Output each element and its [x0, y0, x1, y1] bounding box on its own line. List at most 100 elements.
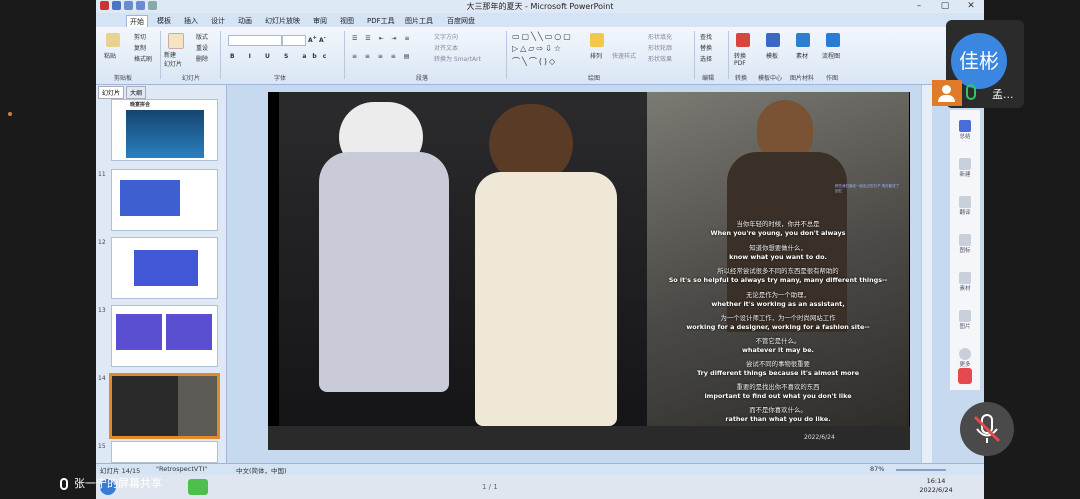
- taskbar: 1 / 1 16:14 2022/6/24: [96, 475, 984, 499]
- caption-en: When you're young, you don't always: [710, 229, 846, 237]
- font-grow-icon[interactable]: A+ A-: [308, 35, 326, 44]
- flowchart-icon[interactable]: [826, 33, 840, 47]
- slide-thumbnail-selected[interactable]: [109, 373, 220, 439]
- template-button[interactable]: 模板: [766, 51, 778, 60]
- paste-icon[interactable]: [106, 33, 120, 47]
- quick-style-button[interactable]: 快速样式: [612, 51, 636, 60]
- outline-tab[interactable]: 大纲: [126, 86, 147, 99]
- copy-button[interactable]: 复制: [134, 43, 146, 52]
- slide-counter: 幻灯片 14/15: [100, 467, 141, 475]
- format-painter-button[interactable]: 格式刷: [134, 54, 152, 63]
- mute-button[interactable]: [960, 402, 1014, 456]
- divider: [160, 31, 161, 79]
- caption-zh: 为一个设计师工作，为一个时尚网站工作: [720, 314, 836, 322]
- convert-pdf-button[interactable]: 转换 PDF: [734, 51, 746, 67]
- current-slide[interactable]: 那些我们曾经一起走过的日子 现在都成了回忆 当你年轻的时候，你并不总是 When…: [268, 92, 910, 450]
- align-text-button[interactable]: 对齐文本: [434, 43, 458, 52]
- find-button[interactable]: 查找: [700, 32, 712, 41]
- thumbnail-number: 12: [98, 239, 106, 246]
- smartart-button[interactable]: 转换为 SmartArt: [434, 54, 481, 63]
- tab-picture-tools[interactable]: 图片工具: [402, 15, 436, 27]
- tab-pdf-tools[interactable]: PDF工具: [364, 15, 398, 27]
- microphone-icon: [60, 478, 68, 490]
- reset-button[interactable]: 重设: [196, 43, 208, 52]
- tab-insert[interactable]: 插入: [181, 15, 201, 27]
- shape-fill-button[interactable]: 形状填充: [648, 32, 672, 41]
- slide-thumbnail[interactable]: [111, 237, 218, 299]
- tab-slideshow[interactable]: 幻灯片放映: [262, 15, 303, 27]
- material-tool[interactable]: 素材: [956, 272, 974, 292]
- align-icons[interactable]: ≡ ≡ ≡ ≡ ▤: [352, 53, 412, 60]
- select-button[interactable]: 选择: [700, 54, 712, 63]
- slide-canvas-area: 那些我们曾经一起走过的日子 现在都成了回忆 当你年轻的时候，你并不总是 When…: [227, 85, 932, 463]
- tab-baidu[interactable]: 百度网盘: [444, 15, 478, 27]
- tab-animation[interactable]: 动画: [235, 15, 255, 27]
- thumbnail-photo: [112, 376, 178, 436]
- zoom-slider[interactable]: [896, 469, 946, 471]
- participant-name: 孟...: [992, 88, 1014, 101]
- shapes-gallery-row3[interactable]: ⌒╲⌒()◇: [512, 56, 557, 67]
- maximize-button[interactable]: ▢: [932, 0, 958, 13]
- divider: [506, 31, 507, 79]
- tab-review[interactable]: 审阅: [310, 15, 330, 27]
- caption-en: whatever it may be.: [741, 346, 814, 354]
- shared-screen: 大三那年的夏天 - Microsoft PowerPoint – ▢ ✕ 开始 …: [96, 0, 984, 499]
- summary-tool[interactable]: 总结: [956, 120, 974, 140]
- ribbon: 粘贴 剪切 复制 格式刷 剪贴板 新建 幻灯片 版式 重设 删除 幻灯片 A+ …: [96, 27, 984, 85]
- slides-tab[interactable]: 幻灯片: [98, 86, 125, 99]
- thumbnail-number: 13: [98, 307, 106, 314]
- works-group-label: 作图: [826, 75, 839, 82]
- zoom-level[interactable]: 87%: [870, 465, 884, 473]
- arrange-button[interactable]: 排列: [590, 51, 602, 60]
- slide-thumbnail[interactable]: [111, 441, 218, 463]
- red-envelope-icon[interactable]: [958, 368, 972, 384]
- font-name-input[interactable]: [228, 35, 282, 46]
- font-size-input[interactable]: [282, 35, 306, 46]
- replace-button[interactable]: 替换: [700, 43, 712, 52]
- tab-design[interactable]: 设计: [208, 15, 228, 27]
- close-button[interactable]: ✕: [958, 0, 984, 13]
- new-slide-icon[interactable]: [168, 33, 184, 49]
- tab-template[interactable]: 模板: [154, 15, 174, 27]
- translate-tool[interactable]: 翻译: [956, 196, 974, 216]
- cut-button[interactable]: 剪切: [134, 32, 146, 41]
- pdf-icon[interactable]: [736, 33, 750, 47]
- shape-outline-button[interactable]: 形状轮廓: [648, 43, 672, 52]
- material-button[interactable]: 素材: [796, 51, 808, 60]
- shape-effect-button[interactable]: 形状效果: [648, 54, 672, 63]
- list-icons[interactable]: ☰ ☰ ⇤ ⇥ ≡: [352, 35, 412, 42]
- divider: [344, 31, 345, 79]
- text-direction-button[interactable]: 文字方向: [434, 32, 458, 41]
- new-slide-button[interactable]: 新建 幻灯片: [164, 50, 182, 68]
- material-icon[interactable]: [796, 33, 810, 47]
- slide-thumbnail[interactable]: [111, 305, 218, 367]
- shapes-gallery-row2[interactable]: ▷△▱⇨⇩☆: [512, 44, 563, 53]
- caption-zh: 而不是你喜欢什么。: [749, 406, 807, 414]
- shapes-gallery[interactable]: ▭▢╲╲▭○▢: [512, 32, 573, 41]
- template-center-label: 模板中心: [758, 75, 783, 82]
- font-style-icons[interactable]: B I U S abc: [230, 53, 332, 60]
- thumbnail-image: [126, 110, 204, 158]
- image-tool[interactable]: 图片: [956, 310, 974, 330]
- slide-thumbnail[interactable]: [111, 169, 218, 231]
- new-tool[interactable]: 新建: [956, 158, 974, 178]
- template-icon[interactable]: [766, 33, 780, 47]
- more-tool[interactable]: 更多: [956, 348, 974, 368]
- caption-en: important to find out what you don't lik…: [704, 392, 852, 400]
- icon-tool[interactable]: 图标: [956, 234, 974, 254]
- slide-thumbnail[interactable]: 晚宴拼合: [111, 99, 218, 161]
- tab-view[interactable]: 视图: [337, 15, 357, 27]
- language-indicator[interactable]: 中文(简体，中国): [236, 465, 287, 475]
- caption-zh: 所以经常尝试很多不同的东西是很有帮助的: [717, 267, 839, 275]
- image-material-label: 图片材料: [790, 75, 815, 82]
- caption-zh: 当你年轻的时候，你并不总是: [736, 220, 820, 228]
- arrange-icon[interactable]: [590, 33, 604, 47]
- minimize-button[interactable]: –: [906, 0, 932, 13]
- delete-button[interactable]: 删除: [196, 54, 208, 63]
- flowchart-button[interactable]: 流程图: [822, 51, 840, 60]
- layout-button[interactable]: 版式: [196, 32, 208, 41]
- paste-button[interactable]: 粘贴: [104, 51, 116, 60]
- vertical-scrollbar[interactable]: [921, 85, 932, 463]
- caption-en: rather than what you do like.: [725, 415, 831, 423]
- small-note: 那些我们曾经一起走过的日子 现在都成了回忆: [835, 184, 900, 193]
